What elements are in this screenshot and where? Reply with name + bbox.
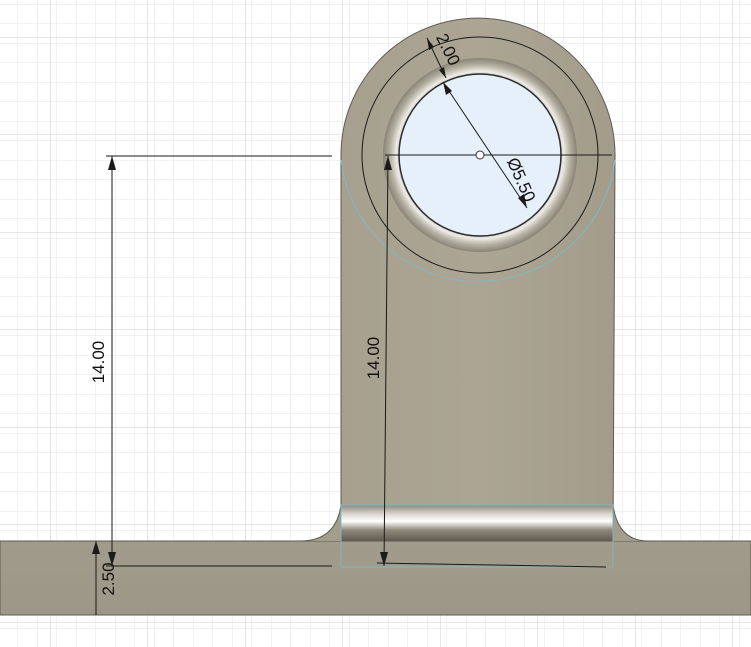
- left-height-dimension[interactable]: 14.00: [89, 341, 108, 384]
- inner-height-dimension[interactable]: 14.00: [364, 337, 383, 380]
- cad-viewport[interactable]: 14.00 14.00 Ø5.50 2.00 2.50: [0, 0, 751, 647]
- sketch-canvas[interactable]: 14.00 14.00 Ø5.50 2.00 2.50: [0, 0, 751, 647]
- center-point[interactable]: [475, 150, 485, 160]
- bend-region: [341, 505, 613, 541]
- base-thickness-dimension[interactable]: 2.50: [99, 562, 118, 595]
